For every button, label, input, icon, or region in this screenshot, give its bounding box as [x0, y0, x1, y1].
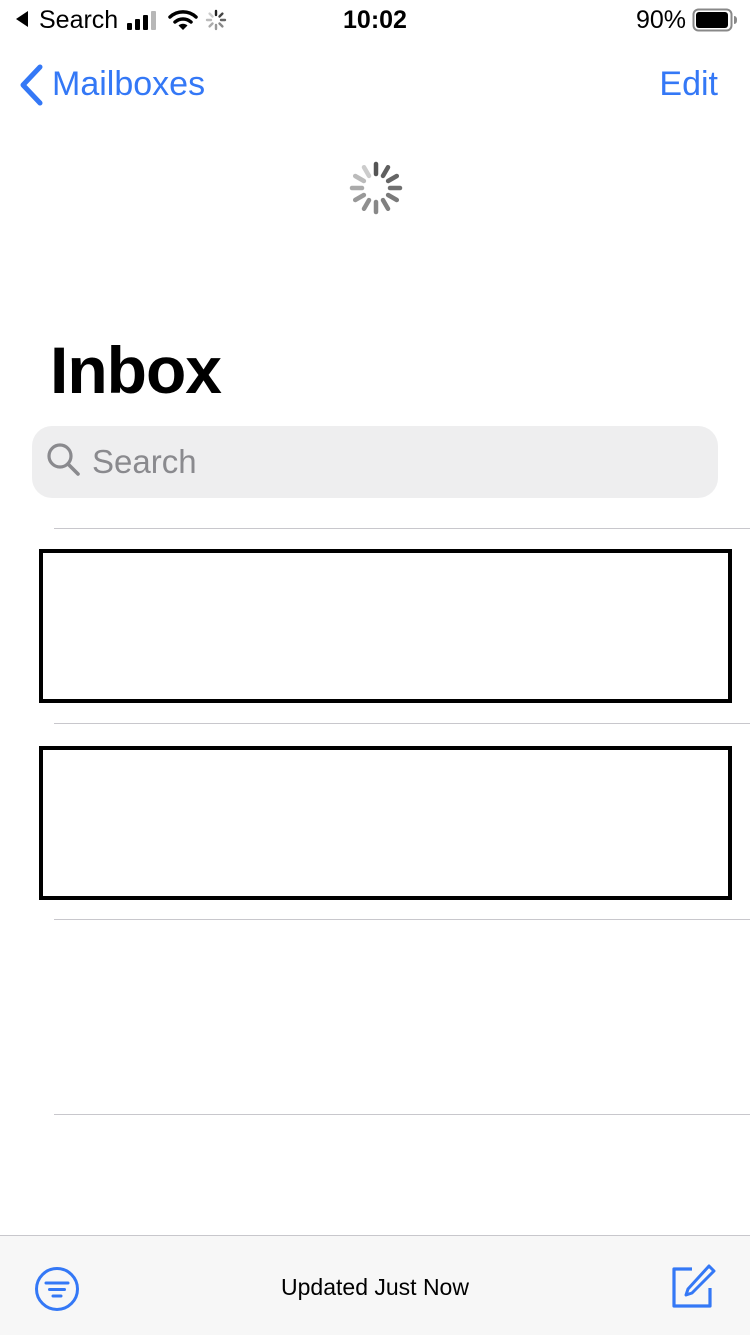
update-status: Updated Just Now [281, 1274, 469, 1300]
page-title: Inbox [50, 333, 222, 407]
redacted-message-row[interactable] [39, 549, 732, 703]
row-separator [54, 1114, 750, 1115]
row-separator [54, 919, 750, 920]
mailboxes-back-button[interactable]: Mailboxes [14, 58, 224, 110]
battery-icon [692, 8, 737, 32]
redacted-message-row[interactable] [39, 746, 732, 900]
loading-spinner-icon [349, 161, 403, 215]
status-back-app-label[interactable]: Search [39, 4, 118, 36]
compose-icon[interactable] [668, 1262, 718, 1312]
chevron-left-icon [20, 64, 43, 106]
bottom-toolbar: Updated Just Now [0, 1235, 750, 1335]
row-separator [54, 723, 750, 724]
cellular-signal-icon [127, 11, 156, 30]
back-triangle-icon[interactable] [14, 10, 30, 28]
filter-icon[interactable] [34, 1266, 80, 1312]
status-bar: Search 10:02 90% [0, 0, 750, 40]
row-separator [54, 528, 750, 529]
magnifying-glass-icon [47, 443, 80, 476]
search-input[interactable] [92, 436, 692, 488]
status-time: 10:02 [343, 6, 407, 34]
battery-percent: 90% [635, 6, 686, 34]
activity-spinner-icon [205, 9, 227, 31]
edit-button[interactable]: Edit [659, 64, 718, 104]
mailboxes-back-label: Mailboxes [52, 65, 206, 103]
search-bar[interactable] [32, 426, 718, 498]
wifi-icon [168, 10, 198, 30]
